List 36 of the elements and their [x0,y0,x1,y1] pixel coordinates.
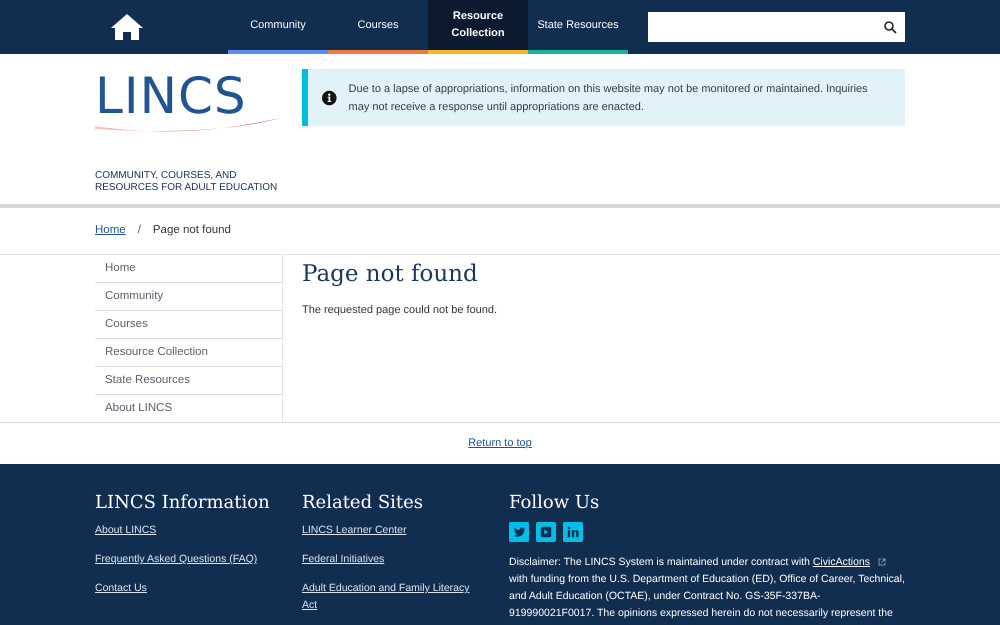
nav-tab[interactable]: Resource Collection [428,0,528,54]
footer-link[interactable]: Federal Initiatives [302,551,485,568]
footer-link[interactable]: Contact Us [95,580,278,597]
nav-tab[interactable]: Community [228,0,328,54]
footer-link[interactable]: About LINCS [95,522,278,539]
sidebar-item[interactable]: Courses [95,311,282,339]
breadcrumb-link[interactable]: Home [95,222,126,240]
footer-heading: Follow Us [509,491,600,515]
sidebar-item[interactable]: About LINCS [95,395,282,423]
sidebar-item[interactable]: Community [95,283,282,311]
logo-wordmark[interactable]: LINCS [95,68,280,124]
body-text: The requested page could not be found. [302,303,498,318]
footer-link[interactable]: Frequently Asked Questions (FAQ) [95,551,278,568]
page-title: Page not found [302,260,479,289]
breadcrumb-separator: / [138,223,141,238]
nav-tab[interactable]: State Resources [528,0,628,54]
footer-link[interactable]: LINCS Learner Center [302,522,485,539]
search-icon [884,20,897,34]
civicactions-link[interactable]: CivicActions [812,556,870,568]
external-link-icon [878,558,886,566]
twitter-icon[interactable] [509,522,529,542]
alert-message: Due to a lapse of appropriations, information on this website may not be monitored or maintained. Inquiries may not receive a response until appropriations are enacted. [348,82,869,114]
disclaimer-text: Disclaimer: The LINCS System is maintained under contract with CivicActions with funding from the U.S. Department of Education (ED), Office of Career, Technical, and Adult Education (OCTAE), under Contract No. GS-35F-337BA-919990021F0017. The opinions expressed herein do not necessarily represent the [509,555,905,621]
footer-heading: LINCS Information [95,491,271,515]
footer-heading: Related Sites [302,491,424,515]
sidebar-item[interactable]: Home [95,255,282,283]
video-icon[interactable] [536,522,556,542]
tagline: COMMUNITY, COURSES, AND RESOURCES FOR ADULT EDUCATION [95,170,278,194]
return-to-top-link[interactable]: Return to top [468,435,532,452]
sidebar-item[interactable]: Resource Collection [95,339,282,367]
sidebar-item[interactable]: State Resources [95,367,282,395]
search-field[interactable] [648,12,905,42]
breadcrumb-current: Page not found [152,223,231,238]
home-icon[interactable] [110,13,144,41]
linkedin-icon[interactable] [563,522,583,542]
footer-link[interactable]: Adult Education and Family Literacy Act [302,580,485,614]
